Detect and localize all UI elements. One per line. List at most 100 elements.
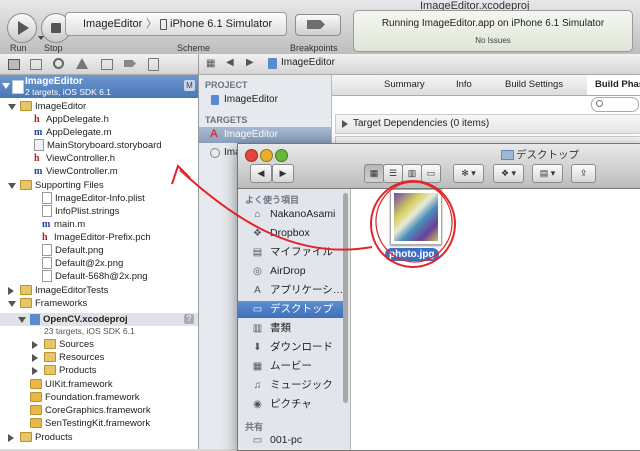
arrange-menu-button[interactable]: ▤ ▾ xyxy=(532,164,563,183)
tree-row[interactable]: m AppDelegate.m xyxy=(0,126,198,139)
sidebar-item[interactable]: ▭ デスクトップ xyxy=(238,301,346,318)
breakpoint-navigator-icon[interactable] xyxy=(124,60,136,67)
close-button[interactable] xyxy=(245,149,258,162)
tree-row-label: main.m xyxy=(54,219,86,231)
icon-view-button[interactable]: ▦ xyxy=(364,164,384,183)
tree-row-content: CoreGraphics.framework xyxy=(30,404,151,417)
log-navigator-icon[interactable] xyxy=(148,58,159,71)
tab-build-settings[interactable]: Build Settings xyxy=(505,75,563,95)
tree-row[interactable]: Products xyxy=(0,364,198,377)
sidebar-scrollbar[interactable] xyxy=(342,189,349,409)
build-phases-search-input[interactable] xyxy=(591,97,639,112)
tree-row[interactable]: SenTestingKit.framework xyxy=(0,417,198,430)
disclosure-open-icon[interactable] xyxy=(8,183,16,189)
sidebar-item[interactable]: ◎ AirDrop xyxy=(238,263,346,280)
forward-button[interactable]: ▶ xyxy=(272,164,294,183)
tree-row[interactable]: MainStoryboard.storyboard xyxy=(0,139,198,152)
column-view-button[interactable]: ▥ xyxy=(402,164,422,183)
sidebar-item-label: AirDrop xyxy=(270,265,306,277)
build-phase-row[interactable]: Target Dependencies (0 items) xyxy=(335,114,640,134)
tree-row-label: 23 targets, iOS SDK 6.1 xyxy=(44,326,135,336)
sidebar-item[interactable]: ⌂ NakanoAsami xyxy=(238,206,346,223)
minimize-button[interactable] xyxy=(260,149,273,162)
disclosure-closed-icon[interactable] xyxy=(32,341,38,349)
tree-row[interactable]: Foundation.framework xyxy=(0,391,198,404)
sidebar-item[interactable]: ▦ ムービー xyxy=(238,358,346,375)
list-view-button[interactable]: ☰ xyxy=(383,164,403,183)
tree-row[interactable]: Default.png xyxy=(0,244,198,257)
tree-row[interactable]: UIKit.framework xyxy=(0,378,198,391)
sidebar-item[interactable]: ▭ 001-pc xyxy=(238,432,346,449)
tree-row[interactable]: m main.m xyxy=(0,218,198,231)
cover-flow-button[interactable]: ▭ xyxy=(421,164,441,183)
xcode-project-icon xyxy=(12,80,24,94)
share-button[interactable]: ⇪ xyxy=(571,164,596,183)
tree-row[interactable]: h ImageEditor-Prefix.pch xyxy=(0,231,198,244)
tab-build-phases[interactable]: Build Phas xyxy=(587,75,640,95)
target-list-item[interactable]: A ImageEditor xyxy=(199,127,331,143)
tree-row[interactable]: Frameworks xyxy=(0,297,198,310)
forward-icon[interactable]: ▶ xyxy=(246,57,254,68)
home-icon: ⌂ xyxy=(254,209,261,220)
sidebar-item[interactable]: ⬇ ダウンロード xyxy=(238,339,346,356)
project-navigator-icon[interactable] xyxy=(8,59,20,70)
tree-row[interactable]: Sources xyxy=(0,338,198,351)
tree-row[interactable]: Products xyxy=(0,431,198,444)
tree-row-content: ImageEditorTests xyxy=(20,284,108,297)
disclosure-closed-icon[interactable] xyxy=(8,287,14,295)
issue-navigator-icon[interactable] xyxy=(76,58,88,69)
app-target-icon: A xyxy=(210,128,218,140)
run-button[interactable] xyxy=(7,13,37,43)
tree-row[interactable]: Default-568h@2x.png xyxy=(0,270,198,283)
tree-row[interactable]: ImageEditor xyxy=(0,100,198,113)
tab-summary[interactable]: Summary xyxy=(384,75,425,95)
sidebar-item[interactable]: ♫ ミュージック xyxy=(238,377,346,394)
tree-row-label: OpenCV.xcodeproj xyxy=(43,314,128,325)
breakpoints-button[interactable] xyxy=(295,14,341,36)
tree-row[interactable]: m ViewController.m xyxy=(0,165,198,178)
symbol-navigator-icon[interactable] xyxy=(30,59,42,70)
tree-row[interactable]: Supporting Files xyxy=(0,179,198,192)
back-button[interactable]: ◀ xyxy=(250,164,272,183)
project-root-row[interactable]: ImageEditor 2 targets, iOS SDK 6.1 M xyxy=(0,75,198,98)
tree-row[interactable]: h AppDelegate.h xyxy=(0,113,198,126)
tree-row[interactable]: h ViewController.h xyxy=(0,152,198,165)
pictures-icon: ◉ xyxy=(253,399,262,410)
sidebar-item[interactable]: ▥ 書類 xyxy=(238,320,346,337)
dropbox-menu-button[interactable]: ❖ ▾ xyxy=(493,164,524,183)
disclosure-closed-icon[interactable] xyxy=(32,367,38,375)
photo-file-label[interactable]: photo.jpg xyxy=(385,248,439,261)
tree-row-label: Products xyxy=(35,432,73,443)
tree-row[interactable]: ImageEditorTests xyxy=(0,284,198,297)
tree-row[interactable]: Default@2x.png xyxy=(0,257,198,270)
sidebar-item[interactable]: ❖ Dropbox xyxy=(238,225,346,242)
tree-row[interactable]: InfoPlist.strings xyxy=(0,205,198,218)
tree-row[interactable]: Resources xyxy=(0,351,198,364)
disclosure-open-icon[interactable] xyxy=(8,301,16,307)
search-navigator-icon[interactable] xyxy=(53,58,64,69)
jump-bar-item[interactable]: ImageEditor xyxy=(281,57,335,68)
tree-row-content: h AppDelegate.h xyxy=(34,113,109,126)
back-icon[interactable]: ◀ xyxy=(226,57,234,68)
tab-info[interactable]: Info xyxy=(456,75,472,95)
disclosure-open-icon[interactable] xyxy=(8,104,16,110)
disclosure-closed-icon[interactable] xyxy=(32,354,38,362)
tree-row[interactable]: ImageEditor-Info.plist xyxy=(0,192,198,205)
scheme-popup[interactable]: ImageEditor 〉 iPhone 6.1 Simulator xyxy=(65,12,287,36)
sidebar-item[interactable]: A アプリケーシ… xyxy=(238,282,346,299)
disclosure-closed-icon[interactable] xyxy=(8,434,14,442)
action-menu-button[interactable]: ✻ ▾ xyxy=(453,164,484,183)
document-icon xyxy=(42,244,52,257)
sidebar-item-label: ダウンロード xyxy=(270,341,333,353)
project-list-item[interactable]: ImageEditor xyxy=(199,92,331,108)
photo-file-icon[interactable] xyxy=(390,189,442,245)
sidebar-item[interactable]: ◉ ピクチャ xyxy=(238,396,346,413)
sidebar-item-label: 001-pc xyxy=(270,434,303,446)
zoom-button[interactable] xyxy=(275,149,288,162)
debug-navigator-icon[interactable] xyxy=(101,59,113,70)
related-items-icon[interactable]: ▦ xyxy=(206,58,215,69)
tree-row[interactable]: CoreGraphics.framework xyxy=(0,404,198,417)
disclosure-open-icon[interactable] xyxy=(18,317,26,323)
movies-icon: ▦ xyxy=(252,361,263,372)
sidebar-item[interactable]: ▤ マイファイル xyxy=(238,244,346,261)
